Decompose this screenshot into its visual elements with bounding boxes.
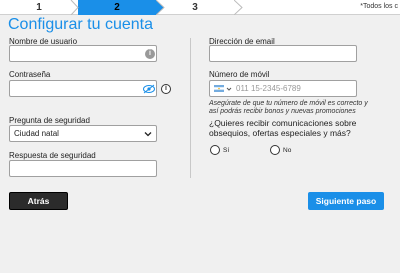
mobile-placeholder: 011 15-2345-6789 [236,84,301,93]
security-question-value: Ciudad natal [14,129,59,138]
mobile-input[interactable]: 011 15-2345-6789 [209,80,357,97]
step-1: 1 [0,0,78,15]
back-button[interactable]: Atrás [9,192,68,210]
mobile-label: Número de móvil [209,70,270,79]
step-separator-icon [70,0,79,15]
country-flag-selector[interactable] [214,85,232,92]
mobile-note-line-2: así podrás recibir bonos y nuevas promoc… [209,108,356,115]
username-input[interactable]: i [9,45,157,62]
step-2-number: 2 [114,2,120,13]
argentina-flag-icon [214,85,224,92]
chevron-down-icon [144,132,152,137]
step-3-number: 3 [192,2,198,13]
security-question-select[interactable]: Ciudad natal [9,125,157,142]
eye-icon[interactable] [143,84,155,94]
page-title: Configurar tu cuenta [8,16,153,33]
step-3: 3 [156,0,234,15]
security-answer-input[interactable] [9,160,157,177]
next-step-button[interactable]: Siguiente paso [308,192,384,210]
offers-no-label: No [283,147,292,154]
offers-no-radio[interactable] [270,145,280,155]
column-divider [190,38,191,178]
step-separator-icon [234,0,243,15]
password-info-icon[interactable]: i [161,84,171,94]
offers-yes-label: Sí [223,147,230,154]
step-separator-icon [156,0,165,15]
offers-yes-radio[interactable] [210,145,220,155]
progress-steps: 1 2 3 *Todos los c [0,0,400,15]
password-input[interactable] [9,80,157,97]
offers-question-line-2: obsequios, ofertas especiales y más? [209,128,351,138]
info-icon[interactable]: i [145,49,155,59]
password-label: Contraseña [9,70,51,79]
offers-question-line-1: ¿Quieres recibir comunicaciones sobre [209,118,357,128]
required-fields-note: *Todos los c [360,3,398,10]
security-question-label: Pregunta de seguridad [9,116,90,125]
email-input[interactable] [209,45,357,62]
security-answer-label: Respuesta de seguridad [9,151,96,160]
step-1-number: 1 [36,2,42,13]
step-2-active: 2 [78,0,156,15]
chevron-down-icon [226,87,232,91]
